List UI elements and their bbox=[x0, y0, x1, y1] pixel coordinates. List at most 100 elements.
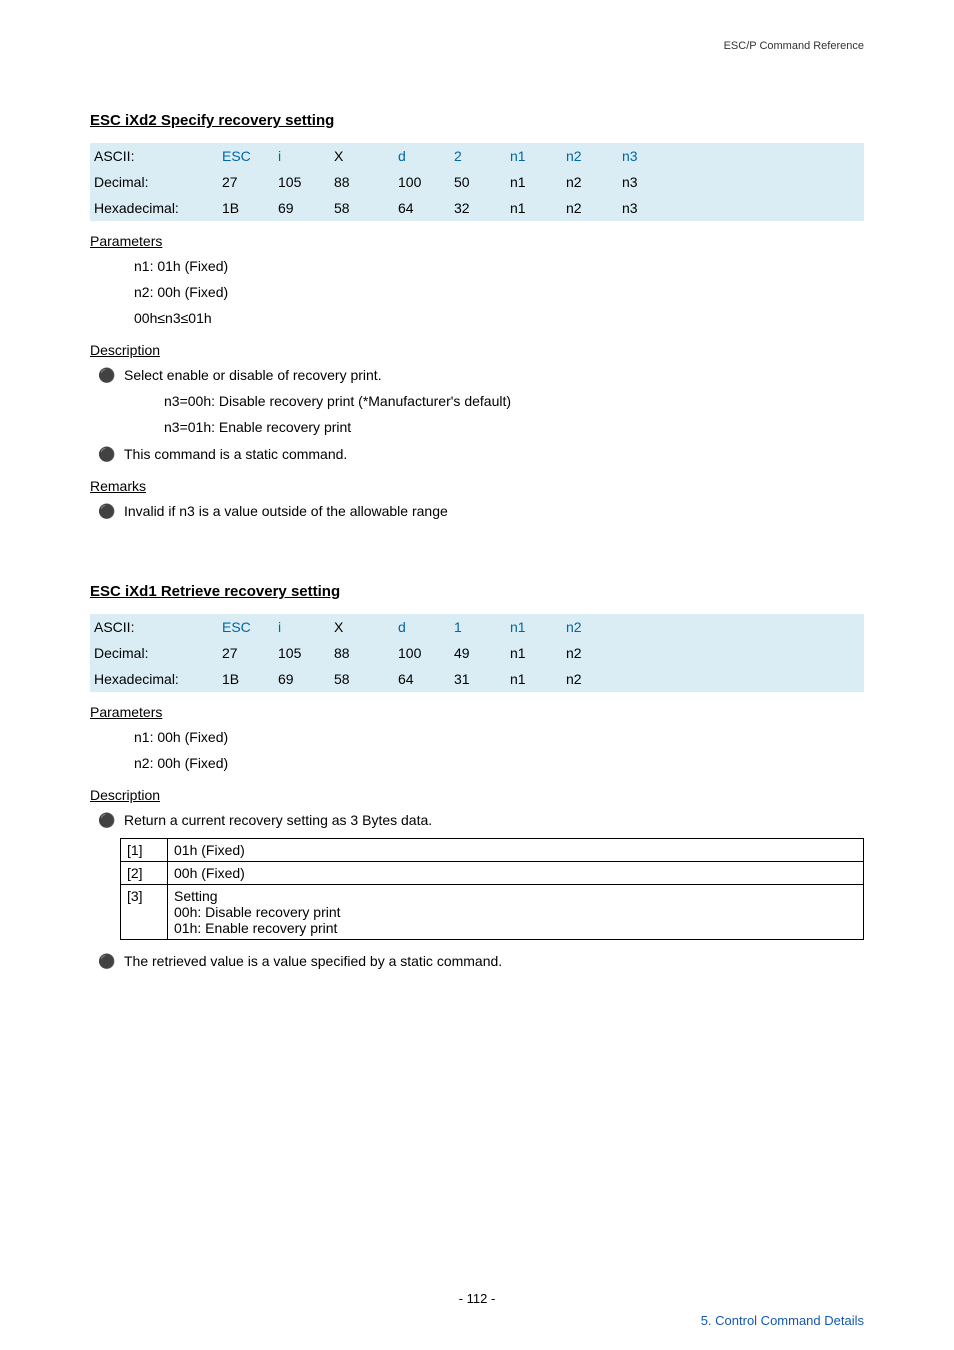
cell: n1 bbox=[506, 666, 562, 692]
cell: d bbox=[394, 614, 450, 640]
section1-title: ESC iXd2 Specify recovery setting bbox=[90, 112, 864, 129]
cell: 64 bbox=[394, 195, 450, 221]
code-row-decimal: Decimal: 27 105 88 100 49 n1 n2 bbox=[90, 640, 864, 666]
cell: 100 bbox=[394, 640, 450, 666]
bullet-text: Return a current recovery setting as 3 B… bbox=[124, 809, 432, 832]
bullet-icon: ⚫ bbox=[90, 443, 124, 466]
description-heading: Description bbox=[90, 342, 864, 358]
section2-code-table: ASCII: ESC i X d 1 n1 n2 Decimal: 27 105… bbox=[90, 614, 864, 692]
cell: ESC bbox=[218, 614, 274, 640]
cell: 27 bbox=[218, 640, 274, 666]
bullet-icon: ⚫ bbox=[90, 809, 124, 832]
cell: X bbox=[330, 614, 394, 640]
desc-subline: n3=00h: Disable recovery print (*Manufac… bbox=[134, 390, 864, 413]
bullet-text: This command is a static command. bbox=[124, 443, 347, 466]
bullet-item: ⚫ Select enable or disable of recovery p… bbox=[90, 364, 864, 387]
param-line: 00h≤n3≤01h bbox=[90, 307, 864, 330]
section1-code-table: ASCII: ESC i X d 2 n1 n2 n3 Decimal: 27 … bbox=[90, 143, 864, 221]
cell: n3 bbox=[618, 143, 674, 169]
bullet-item: ⚫ Return a current recovery setting as 3… bbox=[90, 809, 864, 832]
cell: i bbox=[274, 143, 330, 169]
code-row-decimal: Decimal: 27 105 88 100 50 n1 n2 n3 bbox=[90, 169, 864, 195]
table-row: [1] 01h (Fixed) bbox=[121, 839, 864, 862]
row-label: Hexadecimal: bbox=[90, 666, 218, 692]
bullet-text: Select enable or disable of recovery pri… bbox=[124, 364, 382, 387]
val-cell: 00h (Fixed) bbox=[168, 862, 864, 885]
cell: n2 bbox=[562, 169, 618, 195]
cell: ESC bbox=[218, 143, 274, 169]
remarks-heading: Remarks bbox=[90, 478, 864, 494]
cell: 50 bbox=[450, 169, 506, 195]
page-number: - 112 - bbox=[90, 1291, 864, 1306]
row-label: ASCII: bbox=[90, 143, 218, 169]
code-row-hex: Hexadecimal: 1B 69 58 64 31 n1 n2 bbox=[90, 666, 864, 692]
idx-cell: [3] bbox=[121, 885, 168, 940]
description-heading: Description bbox=[90, 787, 864, 803]
parameters-heading: Parameters bbox=[90, 704, 864, 720]
cell: 105 bbox=[274, 640, 330, 666]
cell: 27 bbox=[218, 169, 274, 195]
cell: n2 bbox=[562, 143, 618, 169]
val-cell: 01h (Fixed) bbox=[168, 839, 864, 862]
bullet-item: ⚫ This command is a static command. bbox=[90, 443, 864, 466]
filler-cell bbox=[618, 666, 864, 692]
cell: 32 bbox=[450, 195, 506, 221]
cell: 1B bbox=[218, 666, 274, 692]
cell: 1 bbox=[450, 614, 506, 640]
bullet-text: Invalid if n3 is a value outside of the … bbox=[124, 500, 448, 523]
idx-cell: [1] bbox=[121, 839, 168, 862]
filler-cell bbox=[674, 169, 864, 195]
cell: n1 bbox=[506, 195, 562, 221]
param-line: n2: 00h (Fixed) bbox=[90, 752, 864, 775]
cell: 2 bbox=[450, 143, 506, 169]
bullet-item: ⚫ Invalid if n3 is a value outside of th… bbox=[90, 500, 864, 523]
code-row-ascii: ASCII: ESC i X d 1 n1 n2 bbox=[90, 614, 864, 640]
bullet-icon: ⚫ bbox=[90, 950, 124, 973]
cell: 88 bbox=[330, 640, 394, 666]
cell: 31 bbox=[450, 666, 506, 692]
code-row-ascii: ASCII: ESC i X d 2 n1 n2 n3 bbox=[90, 143, 864, 169]
bytes-table: [1] 01h (Fixed) [2] 00h (Fixed) [3] Sett… bbox=[120, 838, 864, 940]
cell: n2 bbox=[562, 666, 618, 692]
cell: 58 bbox=[330, 666, 394, 692]
cell: X bbox=[330, 143, 394, 169]
idx-cell: [2] bbox=[121, 862, 168, 885]
cell: 49 bbox=[450, 640, 506, 666]
cell: 88 bbox=[330, 169, 394, 195]
row-label: Decimal: bbox=[90, 640, 218, 666]
row-label: Hexadecimal: bbox=[90, 195, 218, 221]
bullet-icon: ⚫ bbox=[90, 364, 124, 387]
cell: i bbox=[274, 614, 330, 640]
cell: n1 bbox=[506, 614, 562, 640]
bullet-icon: ⚫ bbox=[90, 500, 124, 523]
code-row-hex: Hexadecimal: 1B 69 58 64 32 n1 n2 n3 bbox=[90, 195, 864, 221]
cell: 69 bbox=[274, 195, 330, 221]
filler-cell bbox=[674, 195, 864, 221]
cell: d bbox=[394, 143, 450, 169]
val-cell: Setting 00h: Disable recovery print 01h:… bbox=[168, 885, 864, 940]
footer-section-label: 5. Control Command Details bbox=[701, 1313, 864, 1328]
table-row: [2] 00h (Fixed) bbox=[121, 862, 864, 885]
cell: n3 bbox=[618, 169, 674, 195]
parameters-heading: Parameters bbox=[90, 233, 864, 249]
filler-cell bbox=[618, 614, 864, 640]
filler-cell bbox=[618, 640, 864, 666]
cell: n1 bbox=[506, 169, 562, 195]
cell: 100 bbox=[394, 169, 450, 195]
table-row: [3] Setting 00h: Disable recovery print … bbox=[121, 885, 864, 940]
bullet-item: ⚫ The retrieved value is a value specifi… bbox=[90, 950, 864, 973]
cell: n3 bbox=[618, 195, 674, 221]
row-label: Decimal: bbox=[90, 169, 218, 195]
filler-cell bbox=[674, 143, 864, 169]
desc-subline: n3=01h: Enable recovery print bbox=[134, 416, 864, 439]
cell: 69 bbox=[274, 666, 330, 692]
cell: 64 bbox=[394, 666, 450, 692]
header-right: ESC/P Command Reference bbox=[724, 40, 864, 52]
cell: 105 bbox=[274, 169, 330, 195]
cell: n1 bbox=[506, 640, 562, 666]
param-line: n1: 01h (Fixed) bbox=[90, 255, 864, 278]
param-line: n1: 00h (Fixed) bbox=[90, 726, 864, 749]
row-label: ASCII: bbox=[90, 614, 218, 640]
cell: 58 bbox=[330, 195, 394, 221]
param-line: n2: 00h (Fixed) bbox=[90, 281, 864, 304]
